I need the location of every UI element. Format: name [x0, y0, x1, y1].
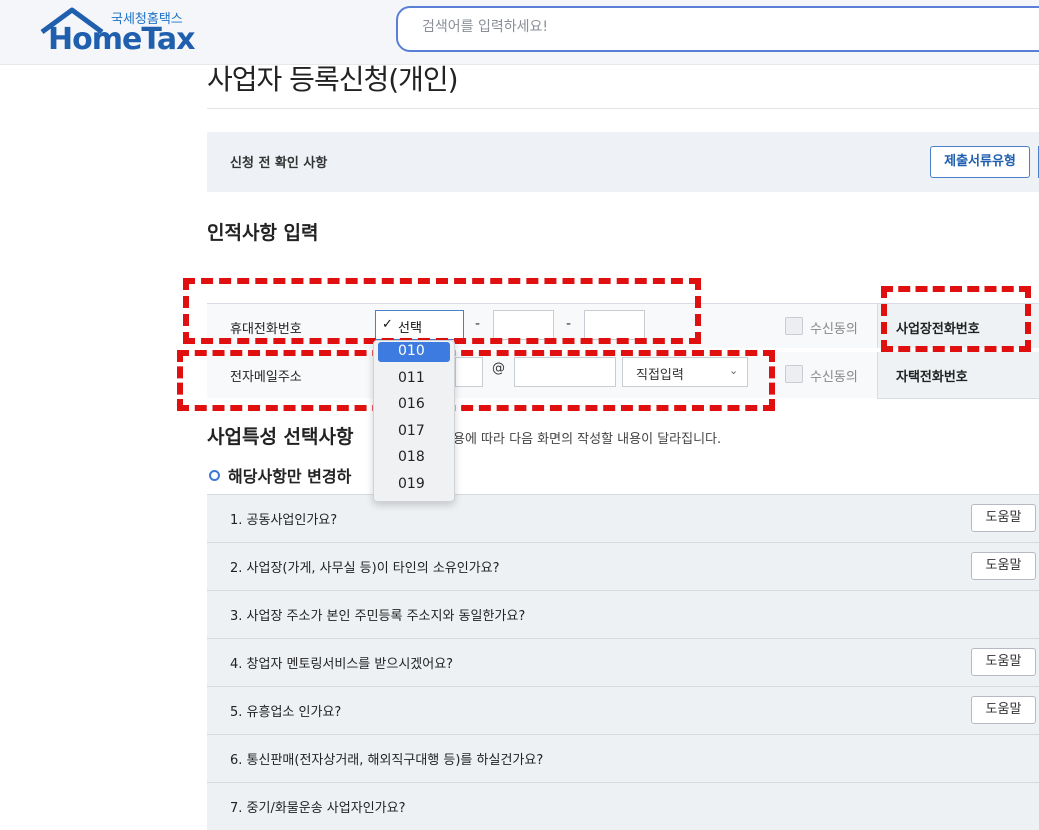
email-consent-checkbox[interactable]	[785, 365, 803, 383]
phone-consent-checkbox[interactable]	[785, 317, 803, 335]
help-button[interactable]: 도움말	[971, 696, 1036, 724]
question-label: 2. 사업장(가게, 사무실 등)이 타인의 소유인가요?	[230, 561, 500, 576]
help-button[interactable]: 도움말	[971, 552, 1036, 580]
email-consent-label: 수신동의	[810, 370, 858, 385]
search-bar[interactable]	[396, 6, 1039, 52]
dropdown-option[interactable]: 016	[398, 396, 425, 412]
annotation-box-phone	[183, 278, 701, 344]
check-icon: ✓	[382, 317, 393, 332]
dropdown-option[interactable]: 018	[398, 449, 425, 465]
dropdown-option[interactable]: 010	[398, 343, 425, 359]
doc-type-button[interactable]: 제출서류유형	[930, 146, 1030, 178]
dropdown-option[interactable]: 017	[398, 423, 425, 439]
question-label: 7. 중기/화물운송 사업자인가요?	[230, 801, 406, 816]
help-button[interactable]: 도움말	[971, 504, 1036, 532]
annotation-box-email	[177, 350, 775, 411]
business-note: 용에 따라 다음 화면의 작성할 내용이 달라집니다.	[453, 432, 722, 447]
dropdown-selected-label[interactable]: 선택	[398, 317, 422, 336]
hometax-logo[interactable]: HomeTax	[48, 22, 196, 57]
change-only-subtitle: 해당사항만 변경하	[228, 467, 352, 486]
pre-check-panel	[207, 132, 1039, 192]
help-button[interactable]: 도움말	[971, 648, 1036, 676]
bullet-circle-icon	[209, 470, 220, 481]
pre-check-label: 신청 전 확인 사항	[230, 156, 328, 171]
personal-info-heading: 인적사항 입력	[207, 222, 319, 244]
search-input[interactable]	[420, 18, 924, 36]
question-label: 4. 창업자 멘토링서비스를 받으시겠어요?	[230, 657, 454, 672]
business-heading: 사업특성 선택사항	[207, 426, 354, 448]
title-divider	[207, 108, 1039, 109]
question-label: 6. 통신판매(전자상거래, 해외직구대행 등)를 하실건가요?	[230, 753, 544, 768]
annotation-box-biz-phone	[881, 286, 1031, 352]
question-label: 5. 유흥업소 인가요?	[230, 705, 342, 720]
dropdown-option[interactable]: 019	[398, 476, 425, 492]
question-label: 1. 공동사업인가요?	[230, 513, 338, 528]
question-label: 3. 사업장 주소가 본인 주민등록 주소지와 동일한가요?	[230, 609, 526, 624]
page-title: 사업자 등록신청(개인)	[207, 63, 459, 96]
dropdown-option[interactable]: 011	[398, 370, 425, 386]
phone-consent-label: 수신동의	[810, 322, 858, 337]
home-phone-label: 자택전화번호	[896, 370, 968, 385]
